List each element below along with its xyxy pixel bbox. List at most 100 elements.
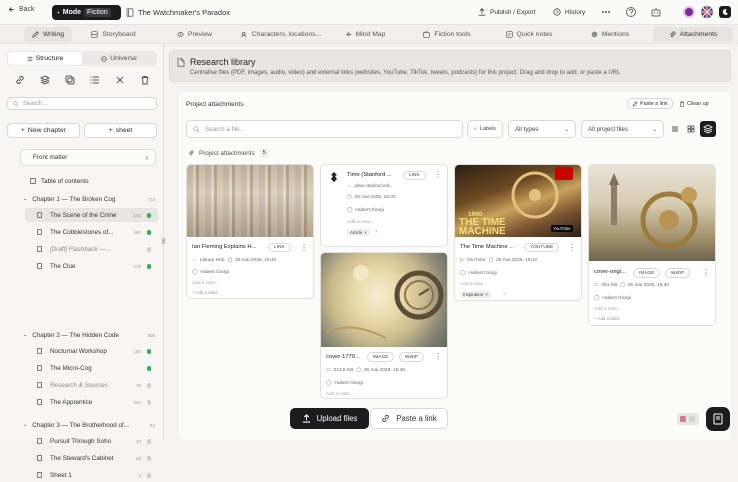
pagination-control[interactable] [677,413,699,425]
more-icon[interactable]: ⋮ [434,352,442,361]
attachment-card[interactable]: Ian Fleming Explains H... LINK ⋮ ⇔ Librar… [186,164,314,299]
tab-preview[interactable]: Preview [172,27,217,42]
tab-quick-notes[interactable]: Quick notes [503,27,555,42]
trash-icon[interactable] [140,75,151,86]
format-badge: WebP [399,352,424,362]
structure-universe-toggle: Structure Universe [7,51,157,66]
scene-item[interactable]: Nocturnal Workshop 182 [25,344,158,358]
chapter-3[interactable]: ⌄ Chapter 3 — The Brotherhood of... 64 [23,418,158,432]
table-of-contents-item[interactable]: Table of contents [41,174,89,188]
add-note-field[interactable]: Add a note... [347,220,374,225]
prev-page-icon[interactable] [680,416,686,422]
attachments-panel: Project attachments Paste a link Clean u… [179,92,731,440]
avatar[interactable] [683,6,695,18]
project-title[interactable]: The Watchmaker's Paradox [126,8,230,17]
scene-item[interactable]: Research & Sources 70 [25,378,158,392]
tab-attachments[interactable]: Attachments [653,27,733,42]
page-title: Research library [190,57,256,67]
more-icon[interactable]: ⋮ [568,243,576,252]
add-label-button[interactable]: + Add a label [192,290,218,295]
paste-link-button[interactable]: Paste a link [370,408,448,429]
user-icon: ◯ [594,296,600,301]
paste-link-small-button[interactable]: Paste a link [627,98,673,109]
attachments-section-header: Project attachments 5 [188,149,269,157]
more-icon[interactable]: ⋮ [702,268,710,277]
theme-toggle-icon[interactable] [719,6,731,18]
add-note-field[interactable]: Add a note... [326,392,353,397]
scope-filter-select[interactable]: All project files ⌄ [581,120,664,138]
attachment-card[interactable]: cover-1779... IMAGE WebP ⋮ ▭ 213.5 KB ▢ 26 … [320,252,448,399]
scene-item[interactable]: The Steward's Cabinet 38 [25,451,158,465]
scene-item[interactable]: Pursuit Through Soho 24 [25,434,158,448]
flag-uk-icon[interactable] [701,6,713,18]
segment-universe[interactable]: Universe [82,52,156,65]
add-note-field[interactable]: Add a note... [594,307,621,312]
sidebar-toolbar [10,75,155,87]
list-view-icon[interactable] [668,122,682,136]
add-label-button[interactable]: + Add a label [594,316,620,321]
scene-item[interactable]: The Clue 178 [25,259,158,273]
masonry-view-icon[interactable] [700,121,716,137]
user-icon: ◯ [326,381,332,386]
link-icon [632,101,638,106]
tab-fiction-tools[interactable]: Fiction tools [421,27,473,42]
scene-item[interactable]: The Cobblestones of... 260 [25,225,158,239]
attachment-card[interactable]: Time (Stanford ... LINK ⋮ ⇔ plato.stanfor… [320,164,448,247]
list-bullet-icon[interactable] [90,75,101,86]
add-label-button[interactable]: + [503,291,506,296]
next-page-icon[interactable] [689,416,695,422]
upload-files-button[interactable]: Upload files [290,408,369,429]
tab-characters[interactable]: Characters, locations... [238,27,324,42]
copy-icon[interactable] [65,75,76,86]
robot-icon[interactable] [650,6,662,18]
add-note-field[interactable]: Add a note... [460,282,487,287]
layers-icon[interactable] [40,75,51,86]
more-icon[interactable]: ⋮ [434,170,442,179]
chapter-2[interactable]: ⌄ Chapter 2 — The Hidden Code 506 [23,328,158,342]
sidebar-search-input[interactable]: Search... [7,97,157,110]
add-label-button[interactable]: + [375,229,378,234]
attachment-card[interactable]: 1960 THE TIME MACHINE YouTube The Time M… [454,164,582,301]
grid-view-icon[interactable] [684,122,698,136]
labels-filter-button[interactable]: Labels [467,120,503,138]
history-button[interactable]: History [553,8,585,16]
attachment-card[interactable]: cover-origi... IMAGE WebP ⋮ ▭ 251 KB ▢ 26 m… [588,164,716,326]
scene-item[interactable]: The Apprentice 234 [25,395,158,409]
more-icon[interactable]: ⋮ [300,243,308,252]
type-filter-select[interactable]: All types ⌄ [508,120,576,138]
more-icon[interactable] [600,6,612,18]
new-sheet-button[interactable]: + sheet [84,123,157,138]
chapter-1[interactable]: ⌄ Chapter 1 — The Broken Cog 713 [23,192,158,206]
mode-selector[interactable]: Mode Fiction [52,5,121,20]
new-chapter-button[interactable]: + New chapter [7,123,80,138]
help-icon[interactable] [625,6,637,18]
tab-mind-map[interactable]: Mind Map [342,27,388,42]
tab-mentions[interactable]: Mentions [586,27,634,42]
floating-action-button[interactable] [706,407,730,431]
front-matter-item[interactable]: Front matter › [20,149,156,166]
user-icon: ◯ [347,208,353,213]
scene-item[interactable]: The Scene of the Crime 145 [25,208,158,222]
chevron-down-icon: ⌄ [23,422,28,428]
file-search-input[interactable]: Search a file... [186,120,463,138]
publish-export-button[interactable]: Publish / Export [478,8,536,16]
link-icon[interactable] [15,75,26,86]
clean-up-button[interactable]: Clean up [675,98,713,109]
mind-map-icon [345,31,351,36]
collapse-icon[interactable] [115,75,126,86]
label-tag[interactable]: Inspiration × [460,291,491,298]
status-dot [146,264,151,269]
scene-item[interactable]: The Micro-Cog [25,361,158,375]
tab-writing[interactable]: Writing [24,27,72,42]
youtube-logo: YouTube [551,225,573,232]
card-title: Ian Fleming Explains H... [192,244,257,250]
scene-item[interactable]: [Draft] Flashback —... [25,242,158,256]
page-description: Centralise files (PDF, images, audio, vi… [190,70,621,76]
tab-storyboard[interactable]: Storyboard [86,27,141,42]
back-button[interactable]: Back [8,6,35,13]
label-tag[interactable]: Article × [347,229,370,236]
document-icon [37,229,42,235]
add-note-field[interactable]: Add a note... [192,281,219,286]
segment-structure[interactable]: Structure [8,52,82,65]
scene-item[interactable]: Sheet 12 [25,468,158,482]
